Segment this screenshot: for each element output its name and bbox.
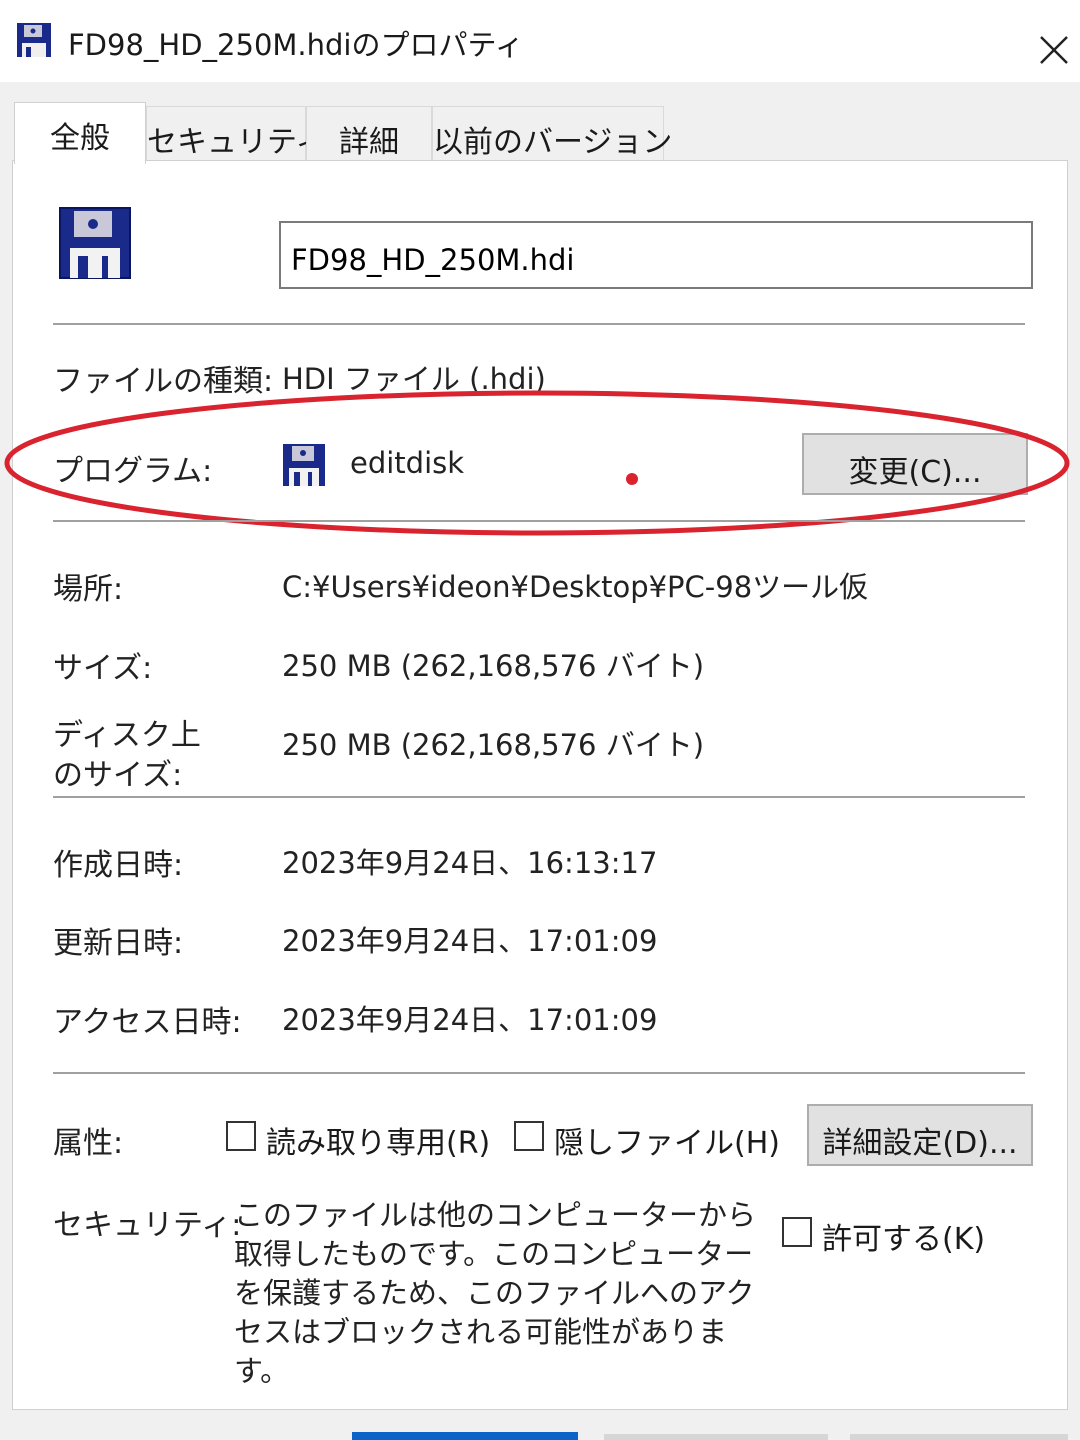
hidden-label[interactable]: 隠しファイル(H) bbox=[554, 1118, 780, 1162]
security-note: このファイルは他のコンピューターから取得したものです。このコンピューターを保護す… bbox=[234, 1198, 757, 1388]
cancel-button[interactable] bbox=[604, 1434, 828, 1440]
separator bbox=[53, 323, 1025, 325]
separator bbox=[53, 1072, 1025, 1074]
title-bar: FD98_HD_250M.hdiのプロパティ bbox=[0, 0, 1080, 82]
modified-value: 2023年9月24日、17:01:09 bbox=[282, 924, 658, 958]
annotation-ellipse bbox=[4, 390, 1070, 536]
floppy-disk-icon bbox=[58, 206, 132, 280]
disk-size-value: 250 MB (262,168,576 バイト) bbox=[282, 728, 705, 762]
floppy-disk-icon bbox=[16, 22, 52, 58]
separator bbox=[53, 796, 1025, 798]
accessed-label: アクセス日時: bbox=[53, 1005, 242, 1040]
accessed-value: 2023年9月24日、17:01:09 bbox=[282, 1003, 658, 1037]
readonly-label[interactable]: 読み取り専用(R) bbox=[266, 1118, 490, 1162]
file-name-input[interactable] bbox=[279, 221, 1033, 289]
readonly-checkbox[interactable] bbox=[226, 1121, 256, 1151]
tab-general[interactable]: 全般 bbox=[14, 102, 146, 164]
apply-button[interactable] bbox=[850, 1434, 1068, 1440]
close-button[interactable] bbox=[1020, 10, 1080, 72]
size-label: サイズ: bbox=[53, 651, 153, 686]
created-value: 2023年9月24日、16:13:17 bbox=[282, 846, 658, 880]
close-icon bbox=[1040, 36, 1068, 64]
window-title: FD98_HD_250M.hdiのプロパティ bbox=[68, 28, 524, 62]
hidden-checkbox[interactable] bbox=[514, 1121, 544, 1151]
security-label: セキュリティ: bbox=[53, 1208, 242, 1243]
tab-details[interactable]: 詳細 bbox=[306, 106, 432, 162]
advanced-settings-button[interactable]: 詳細設定(D)... bbox=[807, 1104, 1033, 1166]
tab-previous-versions[interactable]: 以前のバージョン bbox=[432, 106, 672, 162]
attributes-label: 属性: bbox=[53, 1126, 124, 1161]
modified-label: 更新日時: bbox=[53, 926, 184, 961]
unblock-checkbox[interactable] bbox=[782, 1217, 812, 1247]
location-label: 場所: bbox=[53, 572, 124, 607]
unblock-label[interactable]: 許可する(K) bbox=[822, 1214, 985, 1258]
disk-size-label-line1: ディスク上 bbox=[53, 718, 201, 753]
ok-button[interactable] bbox=[352, 1432, 578, 1440]
tab-security[interactable]: セキュリティ bbox=[146, 106, 325, 162]
disk-size-label-line2: のサイズ: bbox=[53, 758, 183, 793]
separator bbox=[53, 520, 1025, 522]
created-label: 作成日時: bbox=[53, 848, 184, 883]
size-value: 250 MB (262,168,576 バイト) bbox=[282, 649, 705, 683]
location-value: C:¥Users¥ideon¥Desktop¥PC-98ツール仮 bbox=[282, 570, 869, 604]
